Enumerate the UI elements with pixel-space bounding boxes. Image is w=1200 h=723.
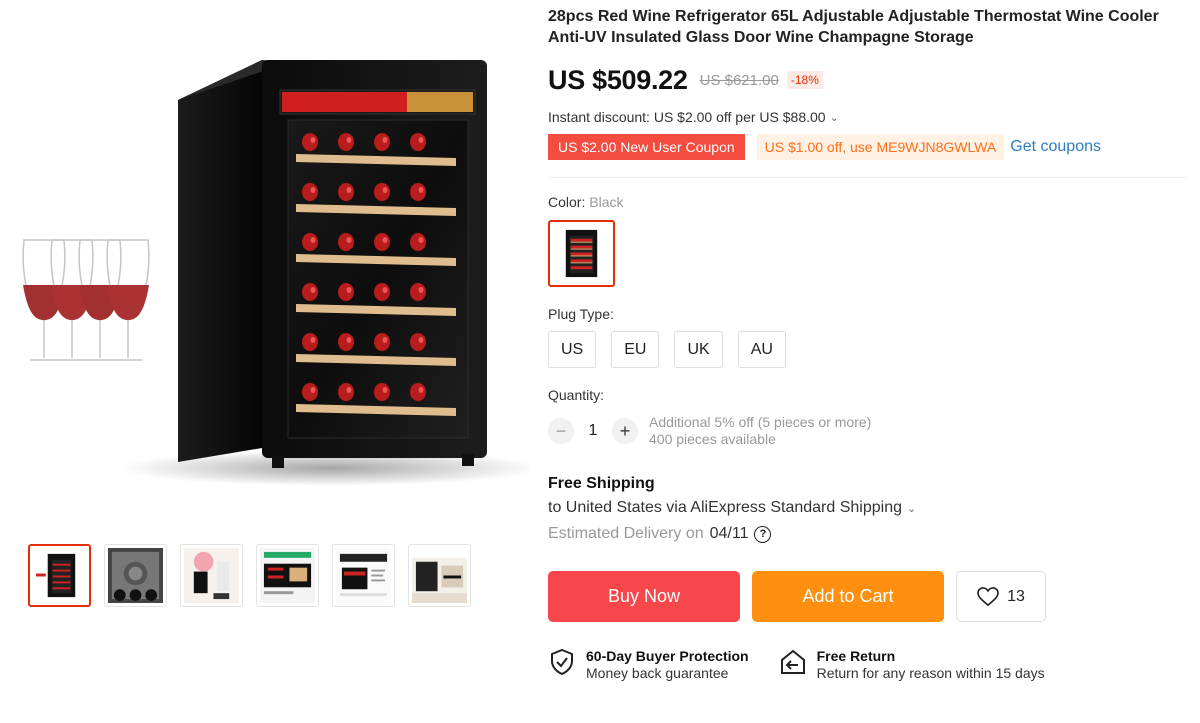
main-product-image[interactable] xyxy=(10,30,540,510)
shipping-destination[interactable]: to United States via AliExpress Standard… xyxy=(548,499,1193,517)
quantity-value[interactable]: 1 xyxy=(574,422,612,440)
product-info: 28pcs Red Wine Refrigerator 65L Adjustab… xyxy=(546,0,1193,682)
color-swatch-black[interactable] xyxy=(548,220,615,287)
action-buttons: Buy Now Add to Cart 13 xyxy=(548,571,1193,622)
stock-available: 400 pieces available xyxy=(649,431,776,447)
price-row: US $509.22 US $621.00 -18% xyxy=(548,60,1193,100)
buyer-protection-title: 60-Day Buyer Protection xyxy=(586,648,749,664)
bulk-discount-note: Additional 5% off (5 pieces or more) xyxy=(649,414,872,430)
original-price: US $621.00 xyxy=(699,71,779,89)
chevron-down-icon: ⌄ xyxy=(829,111,839,124)
delivery-estimate-label: Estimated Delivery on xyxy=(548,525,704,542)
divider xyxy=(548,177,1188,178)
guarantees: 60-Day Buyer Protection Money back guara… xyxy=(548,648,1193,682)
buy-now-button[interactable]: Buy Now xyxy=(548,571,740,622)
thumbnail-strip xyxy=(28,544,471,607)
wishlist-count: 13 xyxy=(1007,587,1025,605)
product-title: 28pcs Red Wine Refrigerator 65L Adjustab… xyxy=(548,8,1159,46)
discount-badge: -18% xyxy=(786,71,823,89)
add-to-cart-button[interactable]: Add to Cart xyxy=(752,571,944,622)
free-return-sub: Return for any reason within 15 days xyxy=(816,665,1045,681)
heart-icon xyxy=(977,586,999,606)
plug-option-eu[interactable]: EU xyxy=(611,331,660,368)
thumbnail-5[interactable] xyxy=(332,544,395,607)
free-return: Free Return Return for any reason within… xyxy=(779,648,1045,682)
thumbnail-4[interactable] xyxy=(256,544,319,607)
delivery-estimate: Estimated Delivery on 04/11 ? xyxy=(548,525,1193,543)
current-price: US $509.22 xyxy=(548,64,688,95)
color-label: Color: Black xyxy=(548,194,1193,210)
plug-type-options: US EU UK AU xyxy=(548,331,1193,368)
question-icon[interactable]: ? xyxy=(754,525,772,543)
instant-discount[interactable]: Instant discount: US $2.00 off per US $8… xyxy=(548,109,1193,125)
thumbnail-6[interactable] xyxy=(408,544,471,607)
thumbnail-3[interactable] xyxy=(180,544,243,607)
plug-option-us[interactable]: US xyxy=(548,331,597,368)
quantity-label: Quantity: xyxy=(548,387,605,403)
instant-discount-text: Instant discount: US $2.00 off per US $8… xyxy=(548,109,826,125)
new-user-coupon[interactable]: US $2.00 New User Coupon xyxy=(546,134,745,160)
get-coupons-link[interactable]: Get coupons xyxy=(1010,138,1101,156)
shipping-destination-text: to United States via AliExpress Standard… xyxy=(548,499,902,516)
quantity-stepper: − 1 + Additional 5% off (5 pieces or mor… xyxy=(548,414,1193,448)
shield-check-icon xyxy=(551,648,573,676)
plug-type-label: Plug Type: xyxy=(548,306,614,322)
thumbnail-1[interactable] xyxy=(28,544,91,607)
plug-option-au[interactable]: AU xyxy=(737,331,786,368)
buyer-protection-sub: Money back guarantee xyxy=(586,665,729,681)
quantity-increase-button[interactable]: + xyxy=(612,418,638,444)
thumbnail-2[interactable] xyxy=(104,544,167,607)
free-return-title: Free Return xyxy=(816,648,896,664)
quantity-decrease-button[interactable]: − xyxy=(548,418,574,444)
code-coupon[interactable]: US $1.00 off, use ME9WJN8GWLWA xyxy=(756,134,1005,160)
shipping-title: Free Shipping xyxy=(548,475,655,492)
color-value: Black xyxy=(589,194,624,210)
color-label-text: Color: xyxy=(548,194,586,210)
coupon-row: US $2.00 New User Coupon US $1.00 off, u… xyxy=(546,133,1193,161)
image-gallery xyxy=(0,0,540,723)
chevron-down-icon: ⌄ xyxy=(906,502,917,515)
plug-option-uk[interactable]: UK xyxy=(674,331,723,368)
wishlist-button[interactable]: 13 xyxy=(956,571,1046,622)
delivery-date: 04/11 xyxy=(709,525,749,542)
buyer-protection: 60-Day Buyer Protection Money back guara… xyxy=(548,648,749,682)
quantity-notes: Additional 5% off (5 pieces or more) 400… xyxy=(649,414,871,448)
return-icon xyxy=(780,649,805,674)
